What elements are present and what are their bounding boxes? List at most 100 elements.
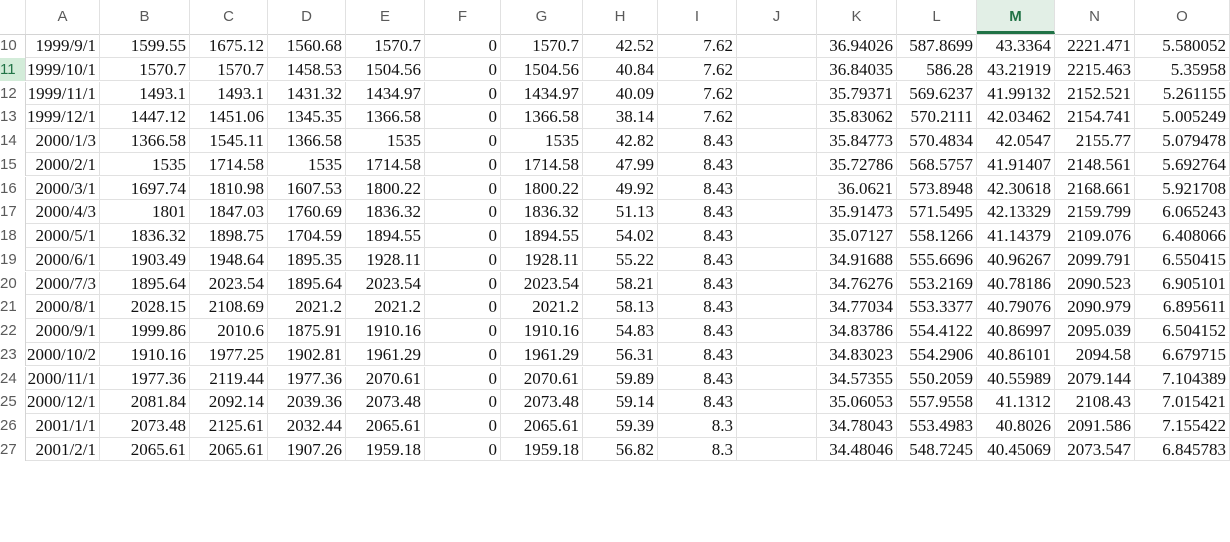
column-header-b[interactable]: B — [100, 0, 190, 34]
cell-m22[interactable]: 40.86997 — [977, 319, 1055, 343]
cell-i26[interactable]: 8.3 — [658, 414, 737, 438]
cell-e10[interactable]: 1570.7 — [346, 34, 425, 58]
cell-k22[interactable]: 34.83786 — [817, 319, 897, 343]
cell-g16[interactable]: 1800.22 — [501, 176, 583, 201]
cell-i13[interactable]: 7.62 — [658, 105, 737, 129]
row-header[interactable]: 19 — [0, 247, 26, 272]
cell-g26[interactable]: 2065.61 — [501, 414, 583, 438]
cell-n20[interactable]: 2090.523 — [1055, 271, 1135, 296]
cell-k26[interactable]: 34.78043 — [817, 414, 897, 438]
cell-c12[interactable]: 1493.1 — [190, 81, 268, 106]
cell-b10[interactable]: 1599.55 — [100, 34, 190, 58]
cell-b21[interactable]: 2028.15 — [100, 295, 190, 319]
cell-a23[interactable]: 2000/10/2 — [26, 342, 100, 367]
cell-d24[interactable]: 1977.36 — [268, 366, 346, 391]
cell-j27[interactable] — [737, 437, 817, 462]
cell-i23[interactable]: 8.43 — [658, 342, 737, 367]
cell-c16[interactable]: 1810.98 — [190, 176, 268, 201]
cell-c24[interactable]: 2119.44 — [190, 366, 268, 391]
cell-k14[interactable]: 35.84773 — [817, 129, 897, 153]
cell-o19[interactable]: 6.550415 — [1135, 247, 1230, 272]
column-header-a[interactable]: A — [26, 0, 100, 34]
cell-h10[interactable]: 42.52 — [583, 34, 658, 58]
cell-i17[interactable]: 8.43 — [658, 200, 737, 224]
cell-f26[interactable]: 0 — [425, 414, 501, 438]
cell-e22[interactable]: 1910.16 — [346, 319, 425, 343]
cell-b11[interactable]: 1570.7 — [100, 57, 190, 82]
cell-b27[interactable]: 2065.61 — [100, 437, 190, 462]
cell-m13[interactable]: 42.03462 — [977, 105, 1055, 129]
cell-g25[interactable]: 2073.48 — [501, 390, 583, 414]
cell-h25[interactable]: 59.14 — [583, 390, 658, 414]
cell-e24[interactable]: 2070.61 — [346, 366, 425, 391]
cell-j17[interactable] — [737, 200, 817, 224]
cell-m15[interactable]: 41.91407 — [977, 152, 1055, 177]
cell-i22[interactable]: 8.43 — [658, 319, 737, 343]
cell-b12[interactable]: 1493.1 — [100, 81, 190, 106]
cell-h13[interactable]: 38.14 — [583, 105, 658, 129]
cell-d10[interactable]: 1560.68 — [268, 34, 346, 58]
cell-h22[interactable]: 54.83 — [583, 319, 658, 343]
cell-o23[interactable]: 6.679715 — [1135, 342, 1230, 367]
cell-d15[interactable]: 1535 — [268, 152, 346, 177]
cell-o25[interactable]: 7.015421 — [1135, 390, 1230, 414]
cell-g27[interactable]: 1959.18 — [501, 437, 583, 462]
cell-l19[interactable]: 555.6696 — [897, 247, 977, 272]
cell-g18[interactable]: 1894.55 — [501, 224, 583, 248]
cell-m26[interactable]: 40.8026 — [977, 414, 1055, 438]
cell-m24[interactable]: 40.55989 — [977, 366, 1055, 391]
cell-l15[interactable]: 568.5757 — [897, 152, 977, 177]
cell-d17[interactable]: 1760.69 — [268, 200, 346, 224]
cell-f11[interactable]: 0 — [425, 57, 501, 82]
cell-h23[interactable]: 56.31 — [583, 342, 658, 367]
cell-e26[interactable]: 2065.61 — [346, 414, 425, 438]
column-header-o[interactable]: O — [1135, 0, 1230, 34]
cell-b16[interactable]: 1697.74 — [100, 176, 190, 201]
cell-g12[interactable]: 1434.97 — [501, 81, 583, 106]
cell-l11[interactable]: 586.28 — [897, 57, 977, 82]
cell-c23[interactable]: 1977.25 — [190, 342, 268, 367]
cell-b20[interactable]: 1895.64 — [100, 271, 190, 296]
cell-h11[interactable]: 40.84 — [583, 57, 658, 82]
cell-a15[interactable]: 2000/2/1 — [26, 152, 100, 177]
cell-d20[interactable]: 1895.64 — [268, 271, 346, 296]
cell-f23[interactable]: 0 — [425, 342, 501, 367]
cell-d13[interactable]: 1345.35 — [268, 105, 346, 129]
cell-e20[interactable]: 2023.54 — [346, 271, 425, 296]
cell-e23[interactable]: 1961.29 — [346, 342, 425, 367]
cell-g23[interactable]: 1961.29 — [501, 342, 583, 367]
row-header[interactable]: 20 — [0, 271, 26, 296]
cell-d27[interactable]: 1907.26 — [268, 437, 346, 462]
cell-h20[interactable]: 58.21 — [583, 271, 658, 296]
row-header[interactable]: 25 — [0, 390, 26, 414]
cell-i18[interactable]: 8.43 — [658, 224, 737, 248]
cell-e19[interactable]: 1928.11 — [346, 247, 425, 272]
cell-i14[interactable]: 8.43 — [658, 129, 737, 153]
cell-m19[interactable]: 40.96267 — [977, 247, 1055, 272]
cell-n14[interactable]: 2155.77 — [1055, 129, 1135, 153]
cell-b22[interactable]: 1999.86 — [100, 319, 190, 343]
cell-o27[interactable]: 6.845783 — [1135, 437, 1230, 462]
cell-d22[interactable]: 1875.91 — [268, 319, 346, 343]
cell-f16[interactable]: 0 — [425, 176, 501, 201]
cell-a17[interactable]: 2000/4/3 — [26, 200, 100, 224]
column-header-h[interactable]: H — [583, 0, 658, 34]
cell-n25[interactable]: 2108.43 — [1055, 390, 1135, 414]
column-header-i[interactable]: I — [658, 0, 737, 34]
cell-m18[interactable]: 41.14379 — [977, 224, 1055, 248]
cell-d14[interactable]: 1366.58 — [268, 129, 346, 153]
cell-i15[interactable]: 8.43 — [658, 152, 737, 177]
cell-k19[interactable]: 34.91688 — [817, 247, 897, 272]
cell-a18[interactable]: 2000/5/1 — [26, 224, 100, 248]
cell-n27[interactable]: 2073.547 — [1055, 437, 1135, 462]
row-header[interactable]: 17 — [0, 200, 26, 224]
cell-c11[interactable]: 1570.7 — [190, 57, 268, 82]
cell-h12[interactable]: 40.09 — [583, 81, 658, 106]
cell-k17[interactable]: 35.91473 — [817, 200, 897, 224]
cell-e27[interactable]: 1959.18 — [346, 437, 425, 462]
cell-m11[interactable]: 43.21919 — [977, 57, 1055, 82]
row-header[interactable]: 16 — [0, 176, 26, 201]
cell-l23[interactable]: 554.2906 — [897, 342, 977, 367]
cell-k27[interactable]: 34.48046 — [817, 437, 897, 462]
cell-n16[interactable]: 2168.661 — [1055, 176, 1135, 201]
